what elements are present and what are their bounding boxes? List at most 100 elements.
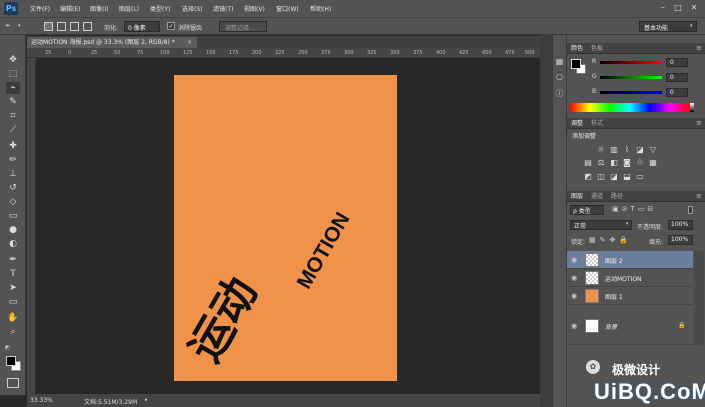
quick-select-tool-icon[interactable]: ✎ — [6, 96, 20, 108]
close-icon[interactable]: ✕ — [689, 3, 699, 13]
close-tab-icon[interactable]: × — [187, 37, 192, 48]
healing-brush-icon[interactable]: ✚ — [6, 140, 20, 152]
eyedropper-tool-icon[interactable]: ⟋ — [6, 124, 20, 136]
tab-layers[interactable]: 图层 — [571, 192, 583, 202]
properties-panel-icon[interactable]: ⎔ — [554, 72, 565, 83]
subtract-selection-icon[interactable] — [70, 22, 79, 31]
red-slider[interactable] — [600, 61, 662, 64]
crop-tool-icon[interactable]: ⌗ — [6, 110, 20, 122]
opacity-input[interactable]: 100% — [668, 220, 693, 230]
layer-row[interactable]: ◉ 图层 1 — [567, 287, 693, 305]
menu-window[interactable]: 窗口(W) — [276, 4, 299, 13]
blue-slider[interactable] — [600, 91, 662, 94]
grayscale-ramp[interactable] — [690, 103, 694, 112]
levels-icon[interactable]: ▥ — [609, 145, 619, 154]
blur-tool-icon[interactable]: ● — [6, 224, 20, 236]
hue-saturation-icon[interactable]: ▤ — [583, 158, 593, 167]
threshold-icon[interactable]: ◪ — [609, 172, 619, 181]
feather-input[interactable]: 0 像素 — [124, 21, 160, 32]
minimize-icon[interactable]: – — [658, 3, 668, 13]
new-selection-icon[interactable] — [44, 22, 53, 31]
red-value-input[interactable]: 0 — [666, 58, 688, 67]
menu-image[interactable]: 图像(I) — [90, 4, 108, 13]
green-value-input[interactable]: 0 — [666, 73, 688, 82]
tab-color[interactable]: 颜色 — [571, 44, 583, 54]
eye-icon[interactable]: ◉ — [571, 322, 579, 330]
channel-mixer-icon[interactable]: ♲ — [635, 158, 645, 167]
lock-icons[interactable]: ▦✎✥🔒 — [589, 236, 632, 244]
green-slider[interactable] — [600, 76, 662, 79]
add-selection-icon[interactable] — [57, 22, 66, 31]
tab-adjustments[interactable]: 调整 — [571, 119, 583, 129]
hand-tool-icon[interactable]: ✋ — [6, 312, 20, 324]
eraser-tool-icon[interactable]: ◇ — [6, 196, 20, 208]
menu-view[interactable]: 视图(V) — [244, 4, 265, 13]
pen-tool-icon[interactable]: ✒ — [6, 254, 20, 266]
layers-scrollbar[interactable] — [694, 251, 704, 345]
info-panel-icon[interactable]: ⓘ — [554, 88, 565, 99]
status-arrow-icon[interactable]: ▸ — [145, 397, 148, 403]
layer-filter-icons[interactable]: ▣⊘T▭⊟ — [612, 205, 656, 213]
zoom-tool-icon[interactable]: ⌕ — [6, 326, 20, 338]
exposure-icon[interactable]: ◪ — [635, 145, 645, 154]
filter-toggle-switch[interactable] — [688, 206, 693, 214]
document-tab[interactable]: 运动MOTION 海报.psd @ 33.3% (图层 2, RGB/8) * … — [27, 37, 197, 48]
menu-filter[interactable]: 滤镜(T) — [213, 4, 233, 13]
blend-mode-select[interactable]: 正常 ▾ — [570, 220, 632, 230]
menu-type[interactable]: 类型(Y) — [150, 4, 170, 13]
menu-select[interactable]: 选择(S) — [182, 4, 203, 13]
color-spectrum-bar[interactable] — [570, 103, 690, 112]
brightness-icon[interactable]: ☼ — [596, 145, 606, 154]
menu-layer[interactable]: 图层(L) — [119, 4, 139, 13]
black-white-icon[interactable]: ◧ — [609, 158, 619, 167]
antialias-checkbox[interactable]: ✓ — [167, 22, 175, 30]
color-lookup-icon[interactable]: ▦ — [648, 158, 658, 167]
gradient-map-icon[interactable]: ▭ — [635, 172, 645, 181]
stamp-tool-icon[interactable]: ⊥ — [6, 168, 20, 180]
history-panel-icon[interactable]: ▦ — [554, 56, 565, 67]
panel-menu-icon[interactable]: ≡ — [696, 192, 702, 200]
intersect-selection-icon[interactable] — [83, 22, 92, 31]
tab-styles[interactable]: 样式 — [591, 119, 603, 129]
layer-row[interactable]: ◉ 背景 🔒 — [567, 305, 693, 345]
chevron-down-icon[interactable]: ▾ — [18, 23, 21, 29]
path-select-icon[interactable]: ➤ — [6, 282, 20, 294]
selective-color-icon[interactable]: ⬓ — [622, 172, 632, 181]
invert-icon[interactable]: ◩ — [583, 172, 593, 181]
dodge-tool-icon[interactable]: ◐ — [6, 238, 20, 250]
menu-edit[interactable]: 编辑(E) — [60, 4, 80, 13]
menu-file[interactable]: 文件(F) — [30, 4, 50, 13]
maximize-icon[interactable]: □ — [673, 3, 683, 13]
tab-channels[interactable]: 通道 — [591, 192, 603, 202]
tab-swatches[interactable]: 色板 — [591, 44, 603, 54]
workspace-select[interactable]: 基本功能 ▾ — [639, 21, 697, 32]
layer-filter-select[interactable]: ρ 类型 — [570, 205, 604, 215]
lasso-tool-icon[interactable]: ⌁ — [6, 82, 20, 94]
history-brush-icon[interactable]: ↺ — [6, 182, 20, 194]
eye-icon[interactable]: ◉ — [571, 274, 579, 282]
lasso-preset-icon[interactable]: ⌁ — [5, 21, 17, 32]
posterize-icon[interactable]: ◫ — [596, 172, 606, 181]
blue-value-input[interactable]: 0 — [666, 88, 688, 97]
default-colors-icon[interactable]: ◩ — [5, 345, 11, 351]
marquee-tool-icon[interactable]: ⬚ — [6, 68, 20, 80]
menu-help[interactable]: 帮助(H) — [310, 4, 331, 13]
vibrance-icon[interactable]: ▽ — [648, 145, 658, 154]
quick-mask-icon[interactable] — [7, 378, 19, 388]
eye-icon[interactable]: ◉ — [571, 292, 579, 300]
eye-icon[interactable]: ◉ — [571, 256, 579, 264]
shape-tool-icon[interactable]: ▭ — [6, 296, 20, 308]
refine-edge-button[interactable]: 调整边缘... — [219, 21, 267, 32]
zoom-level[interactable]: 33.33% — [30, 397, 53, 404]
photo-filter-icon[interactable]: ◙ — [622, 158, 632, 167]
layer-row-selected[interactable]: ◉ 图层 2 — [567, 251, 693, 269]
panel-menu-icon[interactable]: ≡ — [696, 44, 702, 52]
move-tool-icon[interactable]: ✥ — [6, 54, 20, 66]
gradient-tool-icon[interactable]: ▭ — [6, 210, 20, 222]
layer-row[interactable]: ◉ 运动MOTION — [567, 269, 693, 287]
brush-tool-icon[interactable]: ✏ — [6, 154, 20, 166]
tab-paths[interactable]: 路径 — [611, 192, 623, 202]
type-tool-icon[interactable]: T — [6, 268, 20, 280]
poster-artboard[interactable]: 运动 MOTION — [174, 75, 397, 381]
curves-icon[interactable]: ⌇ — [622, 145, 632, 154]
